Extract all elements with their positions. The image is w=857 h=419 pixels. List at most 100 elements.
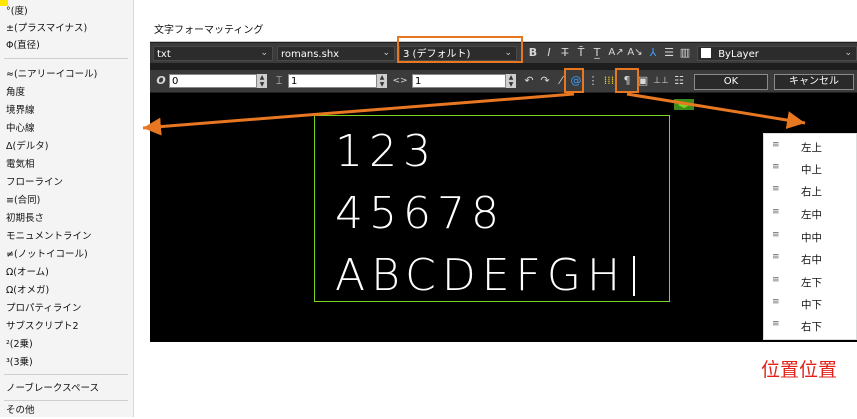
- oblique-angle-icon: O: [156, 74, 166, 87]
- position-item-top-right[interactable]: ≡ 右上: [764, 180, 857, 202]
- tracking-spinner[interactable]: ▲ ▼: [377, 74, 387, 88]
- align-bottom-center-icon: ≡: [772, 297, 780, 307]
- ruler-icon[interactable]: ⊥⊥: [652, 73, 670, 89]
- symbol-item-no-break-space[interactable]: ノーブレークスペース: [6, 380, 99, 397]
- oblique-angle-input[interactable]: 0: [169, 74, 257, 88]
- symbol-item-plus-minus[interactable]: ±(プラスマイナス): [6, 20, 87, 37]
- toolbar-row-2: O 0 ▲ ▼ ⌶ 1 ▲ ▼ <> 1 ▲ ▼ ↶ ↷ ⁄ @ ⋮ ⁞⁞⁞ ¶ ▣ …: [150, 70, 857, 92]
- list-icon[interactable]: ☰: [662, 45, 676, 61]
- text-style-dropdown[interactable]: txt ⌄: [153, 46, 273, 61]
- color-value: ByLayer: [718, 49, 759, 60]
- position-item-top-center[interactable]: ≡ 中上: [764, 158, 857, 180]
- align-middle-left-icon: ≡: [772, 207, 780, 217]
- justification-menu: ≡ 左上 ≡ 中上 ≡ 右上 ≡ 左中 ≡ 中中 ≡ 右中 ≡ 左下 ≡ 中下 …: [763, 133, 857, 340]
- symbol-item-flow-line[interactable]: フローライン: [6, 174, 63, 191]
- menu-divider: [4, 400, 128, 401]
- align-top-center-icon: ≡: [772, 162, 780, 172]
- columns-icon[interactable]: ▥: [678, 45, 692, 61]
- ok-button[interactable]: OK: [694, 74, 768, 90]
- italic-button[interactable]: I: [542, 45, 556, 61]
- symbol-item-omega[interactable]: Ω(オメガ): [6, 282, 49, 299]
- symbol-item-delta[interactable]: Δ(デルタ): [6, 138, 48, 155]
- height-dropdown-highlight: [397, 36, 523, 63]
- justification-button-highlight: [615, 68, 639, 93]
- symbol-item-cubed[interactable]: ³(3乗): [6, 354, 33, 371]
- symbol-menu: °(度) ±(プラスマイナス) Φ(直径) ≈(ニアリーイコール) 角度 境界線…: [0, 0, 134, 417]
- position-item-top-left[interactable]: ≡ 左上: [764, 136, 857, 158]
- text-editor-canvas[interactable]: ◀▶ 123 45678 ABCDEFGH: [150, 93, 857, 342]
- symbol-item-initial-length[interactable]: 初期長さ: [6, 210, 44, 227]
- dialog-title: 文字フォーマッティング: [154, 25, 264, 36]
- symbol-item-boundary-line[interactable]: 境界線: [6, 102, 35, 119]
- align-middle-right-icon: ≡: [772, 252, 780, 262]
- menu-divider: [4, 374, 128, 375]
- undo-icon[interactable]: ↶: [522, 73, 536, 89]
- position-label: 左下: [801, 277, 822, 289]
- position-item-middle-left[interactable]: ≡ 左中: [764, 203, 857, 225]
- position-label: 中中: [801, 232, 822, 244]
- symbol-item-degree[interactable]: °(度): [6, 3, 28, 20]
- stack-icon[interactable]: ⅄: [646, 45, 660, 61]
- chevron-down-icon: ⌄: [382, 48, 390, 58]
- text-style-value: txt: [157, 49, 171, 60]
- cancel-button[interactable]: キャンセル: [774, 74, 854, 90]
- position-item-middle-right[interactable]: ≡ 右中: [764, 248, 857, 270]
- width-factor-input[interactable]: 1: [412, 74, 506, 88]
- position-label: 中上: [801, 164, 822, 176]
- text-cursor: [633, 256, 635, 296]
- symbol-item-almost-equal[interactable]: ≈(ニアリーイコール): [6, 66, 97, 83]
- align-middle-center-icon: ≡: [772, 230, 780, 240]
- annotation-caption: 位置位置: [761, 359, 838, 381]
- position-label: 右下: [801, 321, 822, 333]
- redo-icon[interactable]: ↷: [538, 73, 552, 89]
- menu-divider: [4, 58, 128, 59]
- align-bottom-right-icon: ≡: [772, 319, 780, 329]
- symbol-item-property-line[interactable]: プロパティライン: [6, 300, 81, 317]
- position-label: 左上: [801, 142, 822, 154]
- font-value: romans.shx: [281, 49, 340, 60]
- field-insert-icon[interactable]: ⋮: [586, 73, 600, 89]
- tracking-icon: ⌶: [275, 74, 283, 87]
- align-top-right-icon: ≡: [772, 184, 780, 194]
- text-formatting-dialog: 文字フォーマッティング txt ⌄ romans.shx ⌄ 3 (デフォルト)…: [150, 15, 857, 342]
- oblique-angle-spinner[interactable]: ▲ ▼: [257, 74, 267, 88]
- font-dropdown[interactable]: romans.shx ⌄: [277, 46, 395, 61]
- symbol-item-monument-line[interactable]: モニュメントライン: [6, 228, 92, 245]
- text-line-2: 45678: [335, 188, 505, 239]
- position-label: 右上: [801, 186, 822, 198]
- tracking-input[interactable]: 1: [288, 74, 377, 88]
- chevron-down-icon: ⌄: [260, 48, 268, 58]
- position-item-bottom-right[interactable]: ≡ 右下: [764, 315, 857, 337]
- bold-button[interactable]: B: [526, 45, 540, 61]
- width-factor-icon: <>: [392, 76, 408, 86]
- align-top-left-icon: ≡: [772, 140, 780, 150]
- case-toggle-icon[interactable]: A↗: [607, 45, 625, 61]
- position-label: 左中: [801, 209, 822, 221]
- mtext-editor-box[interactable]: 123 45678 ABCDEFGH: [314, 115, 670, 302]
- symbol-item-other[interactable]: その他: [6, 402, 35, 419]
- color-dropdown[interactable]: ByLayer ⌄: [697, 46, 857, 61]
- symbol-item-squared[interactable]: ²(2乗): [6, 336, 33, 353]
- ruler-resize-arrows-icon[interactable]: ◀▶: [674, 99, 694, 110]
- overline-icon[interactable]: T̄: [574, 45, 588, 61]
- symbol-item-not-equal[interactable]: ≠(ノットイコール): [6, 246, 88, 263]
- chevron-down-icon: ⌄: [844, 48, 852, 58]
- position-item-bottom-center[interactable]: ≡ 中下: [764, 293, 857, 315]
- width-factor-spinner[interactable]: ▲ ▼: [506, 74, 516, 88]
- position-item-bottom-left[interactable]: ≡ 左下: [764, 271, 857, 293]
- justification-icon[interactable]: ⁞⁞⁞: [602, 73, 616, 89]
- symbol-item-diameter[interactable]: Φ(直径): [6, 37, 40, 54]
- symbol-item-angle[interactable]: 角度: [6, 84, 25, 101]
- underline-icon[interactable]: T̲: [590, 45, 604, 61]
- symbol-item-ohm[interactable]: Ω(オーム): [6, 264, 49, 281]
- position-item-middle-center[interactable]: ≡ 中中: [764, 226, 857, 248]
- symbol-item-subscript-2[interactable]: サブスクリプト2: [6, 318, 79, 335]
- line-spacing-icon[interactable]: ☷: [672, 73, 686, 89]
- symbol-item-electrical-phase[interactable]: 電気相: [6, 156, 35, 173]
- color-swatch: [701, 48, 711, 58]
- text-line-3: ABCDEFGH: [335, 250, 627, 301]
- strikethrough-icon[interactable]: T̶: [558, 45, 572, 61]
- symbol-item-identity[interactable]: ≡(合同): [6, 192, 40, 209]
- case-toggle-2-icon[interactable]: A↘: [626, 45, 644, 61]
- symbol-item-center-line[interactable]: 中心線: [6, 120, 35, 137]
